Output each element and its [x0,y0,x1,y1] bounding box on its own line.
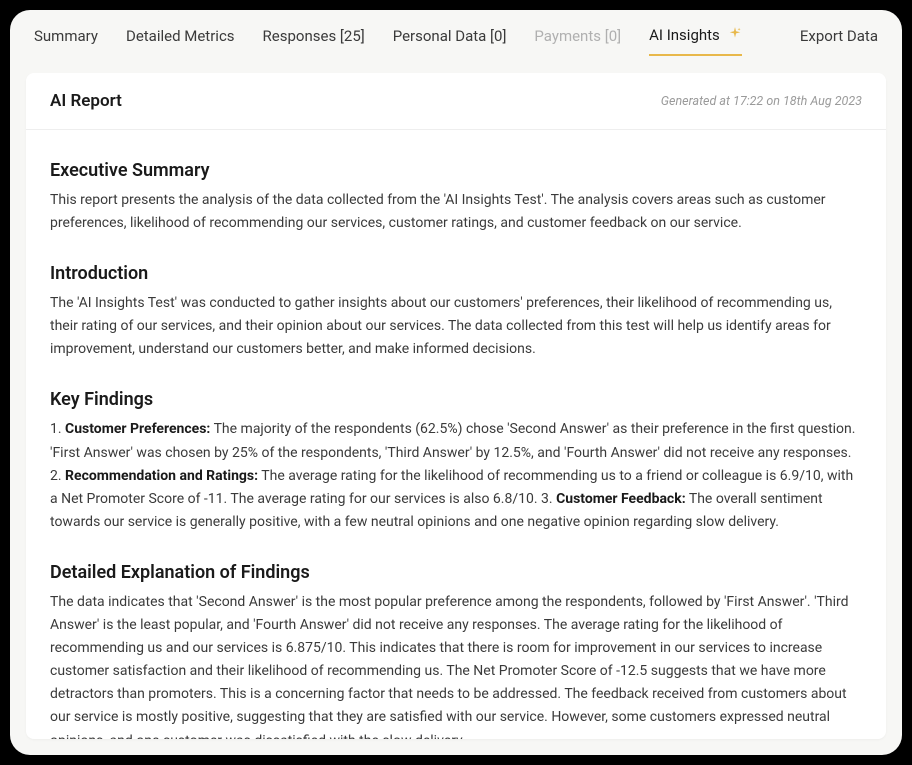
tab-detailed-metrics[interactable]: Detailed Metrics [126,27,235,55]
tab-bar: Summary Detailed Metrics Responses [25] … [10,10,902,73]
heading-detailed-explanation: Detailed Explanation of Findings [50,562,862,583]
text-detailed-explanation: The data indicates that 'Second Answer' … [50,591,862,739]
tab-personal-data[interactable]: Personal Data [0] [393,27,507,55]
label-customer-feedback: Customer Feedback: [556,491,686,507]
generated-timestamp: Generated at 17:22 on 18th Aug 2023 [661,94,862,109]
heading-key-findings: Key Findings [50,389,862,410]
section-key-findings: Key Findings 1. Customer Preferences: Th… [50,389,862,533]
heading-executive-summary: Executive Summary [50,160,862,181]
text-introduction: The 'AI Insights Test' was conducted to … [50,292,862,361]
export-data-button[interactable]: Export Data [800,27,878,55]
tab-ai-insights[interactable]: AI Insights [649,26,741,56]
label-recommendation-ratings: Recommendation and Ratings: [65,468,258,484]
tab-responses[interactable]: Responses [25] [263,27,365,55]
content-area: AI Report Generated at 17:22 on 18th Aug… [10,73,902,755]
section-executive-summary: Executive Summary This report presents t… [50,160,862,235]
card-body: Executive Summary This report presents t… [26,130,886,739]
card-title: AI Report [50,91,122,111]
report-card: AI Report Generated at 17:22 on 18th Aug… [26,73,886,739]
heading-introduction: Introduction [50,263,862,284]
section-introduction: Introduction The 'AI Insights Test' was … [50,263,862,361]
tab-ai-insights-label: AI Insights [649,26,720,44]
sparkle-icon [728,26,742,40]
app-window: Summary Detailed Metrics Responses [25] … [10,10,902,755]
label-customer-preferences: Customer Preferences: [65,421,210,437]
card-header: AI Report Generated at 17:22 on 18th Aug… [26,73,886,130]
tab-summary[interactable]: Summary [34,27,98,55]
text-key-findings: 1. Customer Preferences: The majority of… [50,418,862,533]
text-executive-summary: This report presents the analysis of the… [50,189,862,235]
tab-payments[interactable]: Payments [0] [534,27,621,55]
section-detailed-explanation: Detailed Explanation of Findings The dat… [50,562,862,739]
